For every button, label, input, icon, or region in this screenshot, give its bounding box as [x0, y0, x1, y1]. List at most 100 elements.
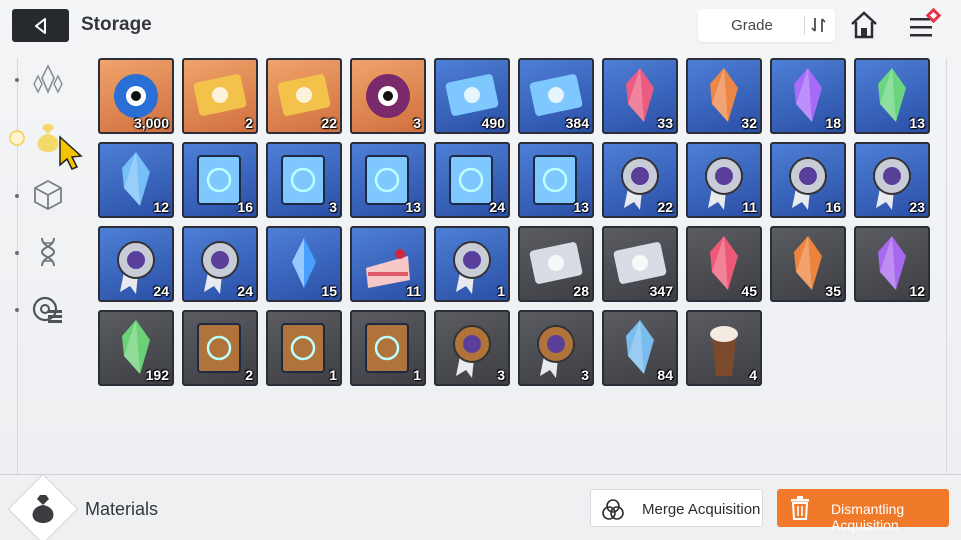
merge-acquisition-button[interactable]: Merge Acquisition — [590, 489, 763, 527]
inventory-item[interactable]: 24 — [98, 226, 174, 302]
item-count: 12 — [153, 199, 169, 215]
item-count: 1 — [413, 367, 421, 383]
inventory-item[interactable]: 1 — [266, 310, 342, 386]
sidebar-dot — [15, 308, 19, 312]
item-count: 24 — [237, 283, 253, 299]
item-count: 33 — [657, 115, 673, 131]
inventory-item[interactable]: 16 — [182, 142, 258, 218]
scrollbar-track[interactable] — [946, 58, 947, 474]
inventory-item[interactable]: 3,000 — [98, 58, 174, 134]
inventory-item[interactable]: 490 — [434, 58, 510, 134]
item-count: 84 — [657, 367, 673, 383]
inventory-item[interactable]: 192 — [98, 310, 174, 386]
inventory-item[interactable]: 15 — [266, 226, 342, 302]
item-count: 3 — [497, 367, 505, 383]
item-count: 4 — [749, 367, 757, 383]
item-count: 15 — [321, 283, 337, 299]
item-count: 11 — [406, 283, 421, 299]
inventory-item[interactable]: 33 — [602, 58, 678, 134]
inventory-item[interactable]: 13 — [854, 58, 930, 134]
sidebar-dot — [15, 251, 19, 255]
item-count: 3 — [581, 367, 589, 383]
inventory-item[interactable]: 13 — [350, 142, 426, 218]
item-count: 23 — [909, 199, 925, 215]
inventory-item[interactable]: 24 — [182, 226, 258, 302]
sidebar-dot — [15, 78, 19, 82]
item-count: 347 — [649, 283, 673, 299]
item-count: 22 — [657, 199, 673, 215]
item-count: 3,000 — [133, 115, 169, 131]
home-icon[interactable] — [849, 10, 879, 40]
item-count: 192 — [145, 367, 169, 383]
inventory-item[interactable]: 11 — [686, 142, 762, 218]
item-count: 490 — [481, 115, 505, 131]
inventory-item[interactable]: 11 — [350, 226, 426, 302]
back-button[interactable] — [12, 9, 69, 42]
category-label: Materials — [85, 499, 159, 519]
back-arrow-icon — [34, 17, 46, 34]
inventory-item[interactable]: 16 — [770, 142, 846, 218]
item-count: 3 — [329, 199, 337, 215]
item-count: 11 — [742, 199, 757, 215]
grade-sort-button[interactable]: Grade — [698, 9, 835, 42]
menu-icon[interactable] — [906, 8, 946, 42]
inventory-item[interactable]: 347 — [602, 226, 678, 302]
item-count: 28 — [573, 283, 589, 299]
item-count: 35 — [825, 283, 841, 299]
sidebar-dot — [15, 194, 19, 198]
sidebar-item-cube[interactable] — [26, 173, 70, 217]
inventory-item[interactable]: 384 — [518, 58, 594, 134]
sidebar-active-indicator — [9, 130, 25, 146]
item-count: 16 — [825, 199, 841, 215]
item-count: 45 — [741, 283, 757, 299]
inventory-item[interactable]: 12 — [854, 226, 930, 302]
dismantling-acquisition-label: Dismantling Acquisition — [831, 501, 905, 533]
item-count: 16 — [237, 199, 253, 215]
dismantling-acquisition-button[interactable]: Dismantling Acquisition — [777, 489, 949, 533]
item-count: 22 — [321, 115, 337, 131]
dna-icon — [40, 237, 56, 267]
item-count: 13 — [405, 199, 421, 215]
materials-bag-icon — [32, 495, 54, 523]
inventory-item[interactable]: 3 — [434, 310, 510, 386]
item-count: 1 — [329, 367, 337, 383]
item-count: 24 — [489, 199, 505, 215]
item-count: 12 — [909, 283, 925, 299]
item-count: 18 — [825, 115, 841, 131]
inventory-item[interactable]: 32 — [686, 58, 762, 134]
inventory-item[interactable]: 22 — [266, 58, 342, 134]
inventory-item[interactable]: 28 — [518, 226, 594, 302]
inventory-item[interactable]: 3 — [518, 310, 594, 386]
item-count: 32 — [741, 115, 757, 131]
inventory-item[interactable]: 35 — [770, 226, 846, 302]
cursor-pointer-icon — [59, 135, 83, 170]
inventory-item[interactable]: 3 — [266, 142, 342, 218]
sidebar-divider — [17, 58, 18, 474]
inventory-item[interactable]: 13 — [518, 142, 594, 218]
inventory-item[interactable]: 1 — [434, 226, 510, 302]
sidebar-item-dna[interactable] — [26, 230, 70, 274]
item-count: 24 — [153, 283, 169, 299]
merge-acquisition-label: Merge Acquisition — [642, 501, 761, 518]
grade-label: Grade — [731, 17, 773, 34]
sidebar-item-crystal[interactable] — [26, 58, 70, 102]
inventory-item[interactable]: 84 — [602, 310, 678, 386]
sidebar-item-gear-list[interactable] — [26, 287, 70, 331]
inventory-item[interactable]: 22 — [602, 142, 678, 218]
inventory-item[interactable]: 12 — [98, 142, 174, 218]
inventory-item[interactable]: 4 — [686, 310, 762, 386]
inventory-item[interactable]: 18 — [770, 58, 846, 134]
inventory-item[interactable]: 45 — [686, 226, 762, 302]
item-count: 2 — [245, 115, 253, 131]
inventory-item[interactable]: 2 — [182, 310, 258, 386]
cube-icon — [34, 179, 62, 211]
gear-list-icon — [32, 296, 62, 323]
trash-icon — [791, 496, 809, 520]
inventory-item[interactable]: 23 — [854, 142, 930, 218]
inventory-item[interactable]: 24 — [434, 142, 510, 218]
inventory-item[interactable]: 3 — [350, 58, 426, 134]
inventory-item[interactable]: 1 — [350, 310, 426, 386]
sort-order-icon[interactable] — [809, 15, 829, 35]
inventory-item[interactable]: 2 — [182, 58, 258, 134]
item-count: 2 — [245, 367, 253, 383]
